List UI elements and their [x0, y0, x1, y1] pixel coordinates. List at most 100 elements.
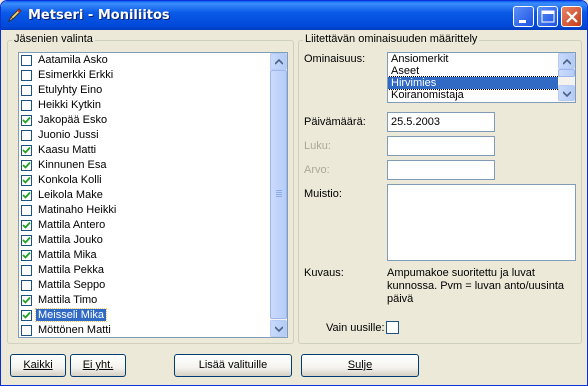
- member-checkbox[interactable]: [21, 265, 32, 276]
- chevron-down-icon: [275, 326, 283, 332]
- checkmark-icon: [22, 236, 31, 244]
- member-checkbox[interactable]: [21, 55, 32, 66]
- app-window: Metseri - Moniliitos Jäsenien valinta Aa…: [0, 0, 588, 386]
- arvo-label: Arvo:: [304, 164, 330, 176]
- member-name: Mattila Seppo: [38, 279, 106, 291]
- list-item[interactable]: Etulyhty Eino: [19, 83, 270, 98]
- checkmark-icon: [22, 296, 31, 304]
- member-name: Möttönen Matti: [38, 324, 111, 336]
- sulje-button-label: Sulje: [347, 359, 373, 371]
- title-bar[interactable]: Metseri - Moniliitos: [1, 1, 587, 30]
- ominaisuus-option[interactable]: Hirvimies: [388, 76, 560, 90]
- member-checkbox[interactable]: [21, 130, 32, 141]
- checkmark-icon: [22, 191, 31, 199]
- scroll-grip-line: [276, 192, 282, 193]
- scroll-down-button[interactable]: [270, 320, 287, 337]
- checkmark-icon: [22, 146, 31, 154]
- list-item[interactable]: Esimerkki Erkki: [19, 68, 270, 83]
- list-item[interactable]: Meisseli Mika: [19, 308, 270, 323]
- muistio-textarea[interactable]: [387, 184, 576, 261]
- member-checkbox[interactable]: [21, 235, 32, 246]
- list-item[interactable]: Juonio Jussi: [19, 128, 270, 143]
- ominaisuus-scrollbar[interactable]: [558, 53, 575, 102]
- close-icon: [566, 11, 578, 23]
- muistio-label: Muistio:: [304, 188, 342, 200]
- sulje-button[interactable]: Sulje: [301, 354, 419, 377]
- luku-input[interactable]: [387, 136, 495, 156]
- list-item[interactable]: Mattila Timo: [19, 293, 270, 308]
- pencil-icon: [7, 8, 22, 23]
- member-checkbox[interactable]: [21, 295, 32, 306]
- list-item[interactable]: Jakopää Esko: [19, 113, 270, 128]
- checkmark-icon: [22, 311, 31, 319]
- ominaisuus-scroll-thumb[interactable]: [558, 69, 575, 77]
- members-checklist[interactable]: Aatamila Asko Esimerkki Erkki Etulyhty Ein…: [18, 52, 288, 338]
- member-checkbox[interactable]: [21, 70, 32, 81]
- list-item[interactable]: Möttönen Matti: [19, 323, 270, 337]
- list-item[interactable]: Aatamila Asko: [19, 53, 270, 68]
- list-item[interactable]: Leikola Make: [19, 188, 270, 203]
- checkmark-icon: [22, 116, 31, 124]
- list-item[interactable]: Mattila Antero: [19, 218, 270, 233]
- member-checkbox[interactable]: [21, 145, 32, 156]
- ominaisuus-items: Ansiomerkit Aseet Hirvimies Koiranomistaja: [388, 53, 560, 101]
- close-button[interactable]: [561, 6, 582, 27]
- member-name: Heikki Kytkin: [38, 99, 101, 111]
- members-group-legend: Jäsenien valinta: [12, 33, 95, 45]
- chevron-up-icon: [563, 59, 571, 65]
- luku-label: Luku:: [304, 140, 331, 152]
- paivamaara-input[interactable]: 25.5.2003: [387, 112, 495, 132]
- ominaisuus-option[interactable]: Ansiomerkit: [388, 53, 559, 65]
- member-checkbox[interactable]: [21, 160, 32, 171]
- member-checkbox[interactable]: [21, 310, 32, 321]
- member-name: Leikola Make: [38, 189, 103, 201]
- scroll-thumb[interactable]: [270, 70, 287, 319]
- member-name: Aatamila Asko: [38, 54, 108, 66]
- list-item[interactable]: Mattila Jouko: [19, 233, 270, 248]
- ominaisuus-listbox[interactable]: Ansiomerkit Aseet Hirvimies Koiranomistaja: [387, 52, 576, 103]
- list-item[interactable]: Kinnunen Esa: [19, 158, 270, 173]
- member-checkbox[interactable]: [21, 175, 32, 186]
- members-scrollbar[interactable]: [270, 53, 287, 337]
- list-item[interactable]: Mattila Seppo: [19, 278, 270, 293]
- list-item[interactable]: Konkola Kolli: [19, 173, 270, 188]
- ei-yht-button[interactable]: Ei yht.: [70, 354, 126, 377]
- member-name: Mattila Timo: [38, 294, 98, 306]
- vain-uusille-checkbox[interactable]: [386, 321, 399, 334]
- member-checkbox[interactable]: [21, 220, 32, 231]
- ei-yht-button-label: Ei yht.: [82, 359, 114, 371]
- member-checkbox[interactable]: [21, 100, 32, 111]
- window-title: Metseri - Moniliitos: [28, 8, 170, 23]
- maximize-icon: [541, 10, 555, 23]
- ominaisuus-option[interactable]: Aseet: [388, 65, 559, 77]
- member-checkbox[interactable]: [21, 280, 32, 291]
- list-item[interactable]: Heikki Kytkin: [19, 98, 270, 113]
- list-item[interactable]: Kaasu Matti: [19, 143, 270, 158]
- ominaisuus-scroll-up[interactable]: [558, 53, 575, 69]
- maximize-button[interactable]: [537, 6, 558, 27]
- scroll-up-button[interactable]: [270, 53, 287, 70]
- member-checkbox[interactable]: [21, 325, 32, 336]
- member-name: Kinnunen Esa: [38, 159, 107, 171]
- scroll-grip-line: [276, 190, 282, 191]
- list-item[interactable]: Matinaho Heikki: [19, 203, 270, 218]
- member-name: Matinaho Heikki: [38, 204, 117, 216]
- minimize-button[interactable]: [513, 6, 534, 27]
- list-item[interactable]: Mattila Pekka: [19, 263, 270, 278]
- chevron-down-icon: [563, 91, 571, 97]
- checkmark-icon: [22, 251, 31, 259]
- lisaa-valituille-button[interactable]: Lisää valituille: [174, 354, 292, 377]
- member-checkbox[interactable]: [21, 115, 32, 126]
- ominaisuus-option[interactable]: Koiranomistaja: [388, 89, 559, 101]
- ominaisuus-scroll-down[interactable]: [558, 85, 575, 101]
- checkmark-icon: [22, 176, 31, 184]
- arvo-input[interactable]: [387, 160, 495, 180]
- member-checkbox[interactable]: [21, 190, 32, 201]
- member-checkbox[interactable]: [21, 205, 32, 216]
- member-checkbox[interactable]: [21, 250, 32, 261]
- list-item[interactable]: Mattila Mika: [19, 248, 270, 263]
- member-checkbox[interactable]: [21, 85, 32, 96]
- kaikki-button[interactable]: Kaikki: [10, 354, 66, 377]
- member-name: Juonio Jussi: [38, 129, 99, 141]
- attribute-group-legend: Liitettävän ominaisuuden määrittely: [303, 33, 480, 45]
